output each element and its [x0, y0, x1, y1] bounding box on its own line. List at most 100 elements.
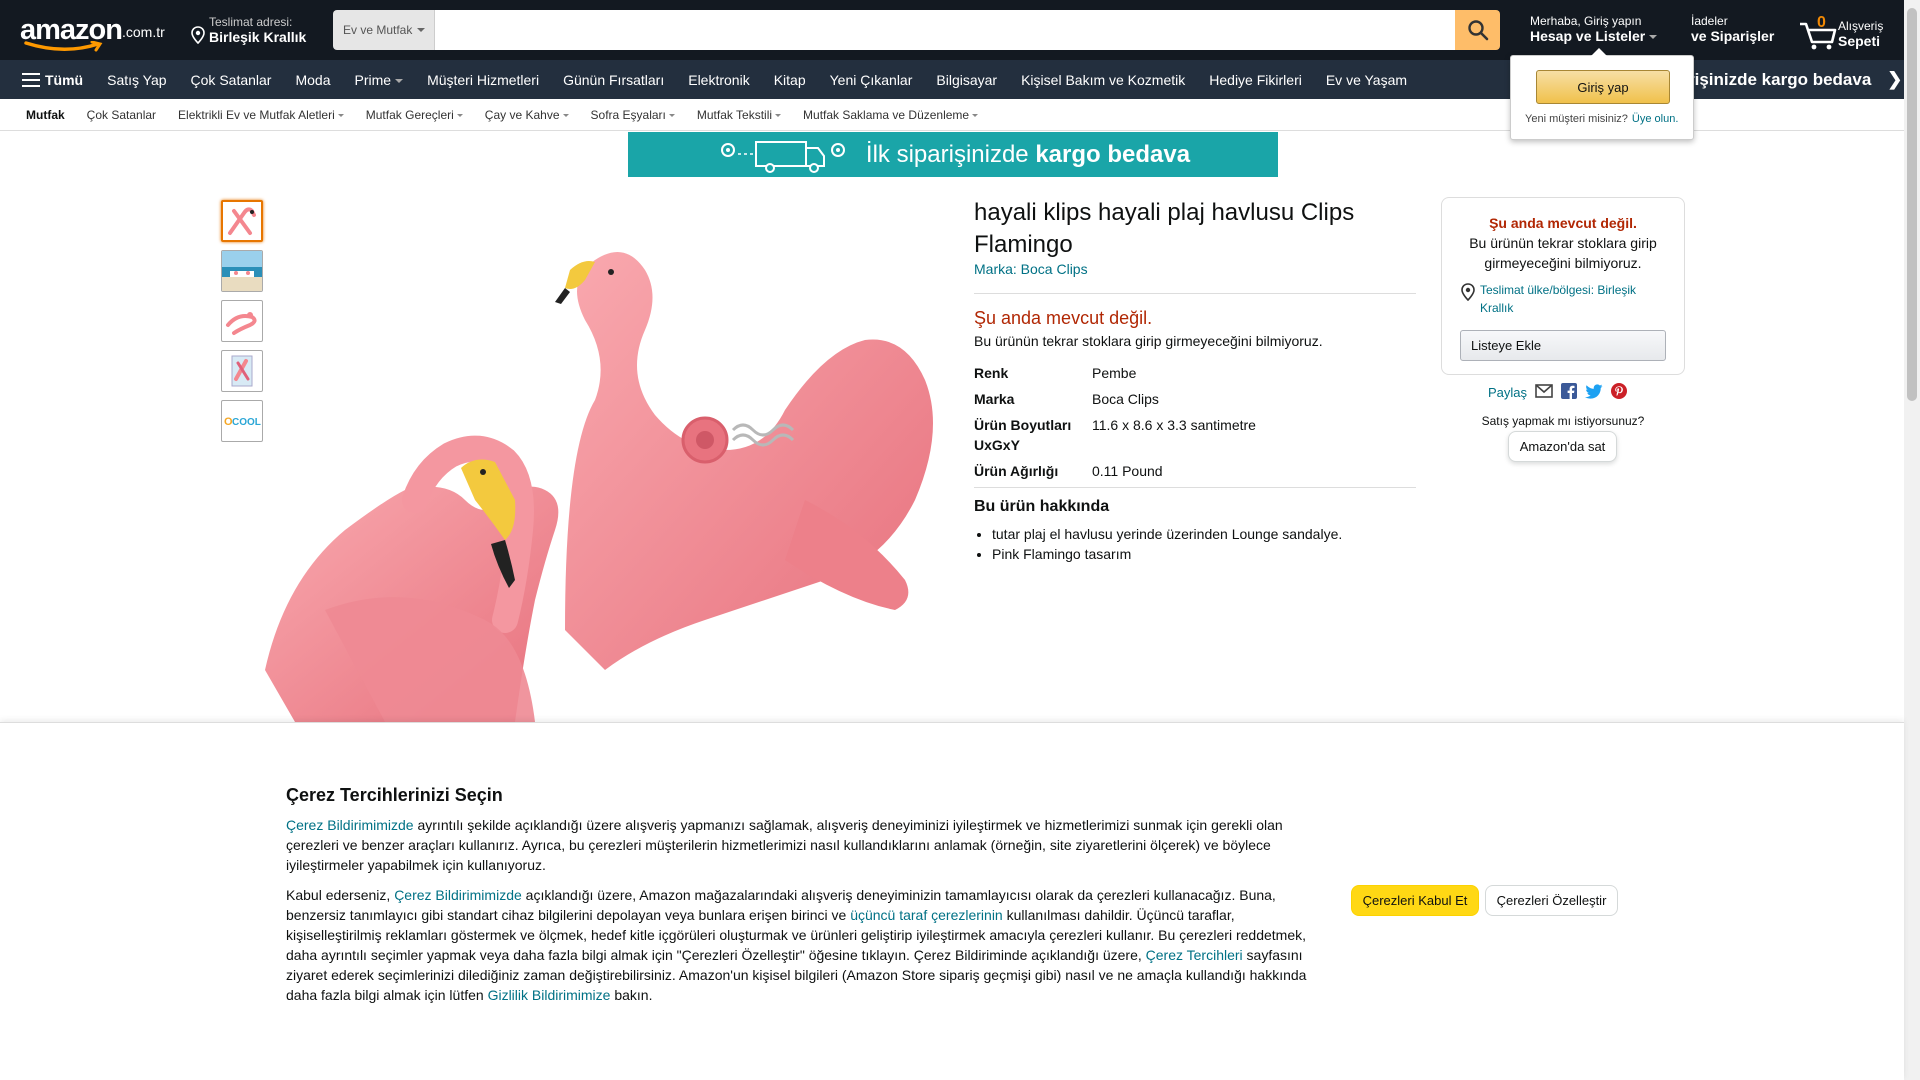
thumbnail-5[interactable]: O COOL: [221, 400, 263, 442]
cart[interactable]: 0 Alışveriş Sepeti: [1798, 10, 1883, 50]
share-link[interactable]: Paylaş: [1488, 385, 1527, 400]
cookie-text: Kabul ederseniz,: [286, 887, 395, 903]
cookie-consent-banner: Çerez Tercihlerinizi Seçin Çerez Bildiri…: [0, 722, 1904, 1080]
thumbnail-3[interactable]: [221, 300, 263, 342]
accept-cookies-button[interactable]: Çerezleri Kabul Et: [1351, 885, 1479, 916]
location-pin-icon: [1461, 283, 1475, 301]
nav-promo-link[interactable]: rişinizde kargo bedava ❯: [1678, 60, 1904, 99]
search-category-label: Ev ve Mutfak: [343, 23, 413, 37]
thumbnail-2[interactable]: [221, 250, 263, 292]
subnav-tea-coffee[interactable]: Çay ve Kahve: [485, 108, 569, 122]
chevron-down-icon: [775, 113, 782, 117]
account-line2: Hesap ve Listeler: [1530, 28, 1646, 44]
nav-item-home-living[interactable]: Ev ve Yaşam: [1326, 72, 1407, 88]
sell-on-amazon-button[interactable]: Amazon'da sat: [1508, 431, 1617, 462]
cart-icon: 0: [1798, 14, 1838, 50]
thumbnail-4[interactable]: [221, 350, 263, 392]
cookie-preferences-link[interactable]: Çerez Tercihleri: [1146, 947, 1243, 963]
returns-orders[interactable]: İadeler ve Siparişler: [1691, 14, 1774, 45]
main-product-image[interactable]: [265, 200, 955, 722]
subnav-bestsellers[interactable]: Çok Satanlar: [87, 108, 156, 122]
spec-key: Renk: [974, 365, 1009, 381]
nav-item-prime[interactable]: Prime: [355, 72, 404, 88]
buybox-deliver-link[interactable]: Teslimat ülke/bölgesi: Birleşik Krallık: [1480, 281, 1666, 317]
chevron-down-icon: [456, 113, 463, 117]
nav-item-deals[interactable]: Günün Fırsatları: [563, 72, 664, 88]
subnav-tableware-label: Sofra Eşyaları: [590, 107, 666, 122]
spec-value: 0.11 Pound: [1092, 463, 1163, 479]
nav-item-sell[interactable]: Satış Yap: [107, 72, 166, 88]
deliver-to[interactable]: Teslimat adresi: Birleşik Krallık: [184, 10, 312, 50]
nav-item-beauty[interactable]: Kişisel Bakım ve Kozmetik: [1021, 72, 1185, 88]
cart-count: 0: [1817, 14, 1826, 31]
third-party-cookies-link[interactable]: üçüncü taraf çerezlerinin: [850, 907, 1003, 923]
nav-all-button[interactable]: Tümü: [22, 72, 83, 88]
deliver-line1: Teslimat adresi:: [209, 15, 293, 29]
page-scrollbar[interactable]: [1904, 0, 1920, 1080]
signin-button[interactable]: Giriş yap: [1536, 70, 1670, 104]
subnav-kitchen[interactable]: Mutfak: [26, 108, 65, 122]
chevron-down-icon: [668, 113, 675, 117]
nav-item-computers[interactable]: Bilgisayar: [936, 72, 997, 88]
subnav-tableware[interactable]: Sofra Eşyaları: [591, 108, 675, 122]
account-line1: Merhaba, Giriş yapın: [1530, 14, 1642, 28]
thumbnail-1[interactable]: [221, 200, 263, 242]
chevron-down-icon: [1649, 35, 1658, 40]
location-pin-icon: [191, 26, 205, 44]
subnav-textiles[interactable]: Mutfak Tekstili: [697, 108, 782, 122]
search-input[interactable]: [435, 10, 1455, 50]
logo-smile-icon: [24, 41, 103, 52]
flamingo-clips-image: [265, 252, 933, 722]
brand-link[interactable]: Marka: Boca Clips: [974, 261, 1088, 277]
nav-item-new-releases[interactable]: Yeni Çıkanlar: [830, 72, 913, 88]
free-shipping-banner[interactable]: İlk siparişinizde kargo bedava: [628, 132, 1278, 177]
search-bar: Ev ve Mutfak: [333, 10, 1500, 50]
cart-line1: Alışveriş: [1838, 19, 1884, 33]
search-category-select[interactable]: Ev ve Mutfak: [333, 10, 435, 50]
product-info: hayali klips hayali plaj havlusu Clips F…: [974, 197, 1416, 564]
orders-line1: İadeler: [1691, 14, 1728, 28]
about-heading: Bu ürün hakkında: [974, 498, 1110, 515]
facebook-icon[interactable]: [1561, 383, 1578, 402]
logo-tld: .com.tr: [122, 24, 165, 40]
privacy-notice-link[interactable]: Gizlilik Bildirimimize: [488, 987, 611, 1003]
list-item: tutar plaj el havlusu yerinde üzerinden …: [992, 524, 1416, 544]
subnav-utensils[interactable]: Mutfak Gereçleri: [366, 108, 463, 122]
scrollbar-thumb[interactable]: [1907, 8, 1917, 401]
hamburger-icon: [22, 72, 40, 87]
amazon-logo[interactable]: amazon .com.tr: [20, 5, 170, 55]
cookie-paragraph-1: Çerez Bildirimimizde ayrıntılı şekilde a…: [286, 815, 1326, 875]
buybox-note: Bu ürünün tekrar stoklara girip girmeyec…: [1469, 235, 1657, 271]
add-to-list-button[interactable]: Listeye Ekle: [1460, 330, 1666, 361]
nav-item-electronics[interactable]: Elektronik: [688, 72, 749, 88]
register-link[interactable]: Üye olun.: [1632, 113, 1678, 125]
nav-item-customer-service[interactable]: Müşteri Hizmetleri: [427, 72, 539, 88]
nav-item-fashion[interactable]: Moda: [295, 72, 330, 88]
truck-icon: [720, 140, 845, 173]
share-row: Paylaş: [1488, 383, 1628, 402]
about-bullets: tutar plaj el havlusu yerinde üzerinden …: [974, 524, 1416, 564]
search-button[interactable]: [1455, 10, 1500, 50]
subnav-storage[interactable]: Mutfak Saklama ve Düzenleme: [803, 108, 979, 122]
divider: [974, 487, 1416, 488]
spec-value: Pembe: [1092, 365, 1137, 381]
chevron-down-icon: [417, 28, 426, 32]
pinterest-icon[interactable]: [1611, 383, 1628, 402]
subnav-appliances[interactable]: Elektrikli Ev ve Mutfak Aletleri: [178, 108, 344, 122]
buybox-deliver[interactable]: Teslimat ülke/bölgesi: Birleşik Krallık: [1460, 281, 1666, 317]
buy-box: Şu anda mevcut değil. Bu ürünün tekrar s…: [1441, 197, 1685, 375]
spec-value: 11.6 x 8.6 x 3.3 santimetre: [1092, 417, 1256, 433]
email-icon[interactable]: [1535, 384, 1553, 401]
twitter-icon[interactable]: [1585, 383, 1603, 402]
nav-item-books[interactable]: Kitap: [774, 72, 806, 88]
cookie-notice-link[interactable]: Çerez Bildirimimizde: [286, 817, 414, 833]
customize-cookies-button[interactable]: Çerezleri Özelleştir: [1485, 885, 1618, 916]
cookie-notice-link[interactable]: Çerez Bildirimimizde: [394, 887, 522, 903]
nav-item-bestsellers[interactable]: Çok Satanlar: [191, 72, 272, 88]
flamingo-clip-thumbnail-icon: [228, 207, 256, 235]
account-lists[interactable]: Merhaba, Giriş yapın Hesap ve Listeler: [1530, 14, 1658, 45]
product-title: hayali klips hayali plaj havlusu Clips F…: [974, 199, 1355, 258]
nav-item-gift-ideas[interactable]: Hediye Fikirleri: [1209, 72, 1302, 88]
subnav-appliances-label: Elektrikli Ev ve Mutfak Aletleri: [178, 107, 335, 122]
cookie-title: Çerez Tercihlerinizi Seçin: [286, 785, 503, 805]
